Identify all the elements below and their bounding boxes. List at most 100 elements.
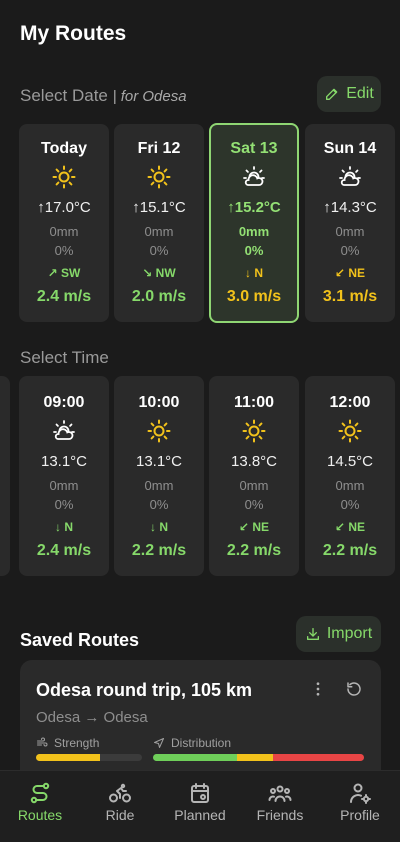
day-chance: 0% <box>340 243 360 258</box>
nav-planned[interactable]: Planned <box>160 771 240 842</box>
nav-label: Profile <box>340 807 380 823</box>
partly-cloudy-icon <box>53 420 75 440</box>
hour-temp: 13.1°C <box>135 453 183 470</box>
hour-wind-dir: ↓ N <box>55 520 73 534</box>
hour-time: 10:00 <box>138 394 180 411</box>
nav-friends[interactable]: Friends <box>240 771 320 842</box>
refresh-icon[interactable] <box>345 680 363 698</box>
wind-icon <box>37 737 48 747</box>
day-temp: ↑14.3°C <box>323 199 377 216</box>
hour-time: 11:00 <box>233 394 275 411</box>
location-label: | for Odesa <box>112 88 187 105</box>
friends-icon <box>268 785 292 802</box>
hour-precip: 0mm <box>49 478 79 493</box>
import-label: Import <box>326 625 373 642</box>
day-name: Fri 12 <box>137 140 181 157</box>
time-cards: 09:00 13.1°C 0mm 0% ↓ N 2.4 m/s 10:00 13… <box>0 376 400 576</box>
day-chance: 0% <box>54 243 74 258</box>
hour-wind-speed: 2.4 m/s <box>36 542 92 559</box>
hour-chance: 0% <box>340 497 360 512</box>
page-title: My Routes <box>20 22 127 45</box>
day-precip: 0mm <box>49 224 79 239</box>
day-wind-speed: 3.0 m/s <box>226 288 282 305</box>
nav-routes[interactable]: Routes <box>0 771 80 842</box>
bike-icon <box>109 783 131 803</box>
sun-icon <box>242 419 266 443</box>
day-name: Sun 14 <box>323 140 377 157</box>
day-card-fri[interactable]: Fri 12 ↑15.1°C 0mm 0% ↘ NW 2.0 m/s <box>114 124 204 322</box>
edit-label: Edit <box>346 85 374 102</box>
hour-card-1100[interactable]: 11:00 13.8°C 0mm 0% ↙ NE 2.2 m/s <box>209 376 299 576</box>
day-precip: 0mm <box>144 224 174 239</box>
hour-chance: 0% <box>149 497 169 512</box>
strength-bar-fill <box>36 754 100 761</box>
hour-chance: 0% <box>54 497 74 512</box>
sun-icon <box>52 165 76 189</box>
distribution-segment <box>153 754 238 761</box>
route-icon <box>30 782 50 804</box>
strength-label: Strength <box>54 736 100 750</box>
day-wind-dir: ↗ SW <box>47 266 81 280</box>
day-wind-speed: 2.0 m/s <box>131 288 187 305</box>
strength-bar <box>36 754 142 761</box>
hour-card-1000[interactable]: 10:00 13.1°C 0mm 0% ↓ N 2.2 m/s <box>114 376 204 576</box>
profile-settings-icon <box>350 783 371 804</box>
pencil-icon <box>326 88 338 100</box>
day-wind-dir: ↓ N <box>245 266 263 280</box>
day-precip: 0mm <box>335 224 365 239</box>
navigation-icon <box>154 738 164 748</box>
distribution-bar <box>153 754 364 761</box>
hour-precip: 0mm <box>144 478 174 493</box>
sun-icon <box>147 419 171 443</box>
day-chance: 0% <box>244 243 264 258</box>
distribution-label: Distribution <box>171 736 232 750</box>
sun-icon <box>338 419 362 443</box>
saved-routes-heading: Saved Routes <box>20 630 140 650</box>
hour-precip: 0mm <box>335 478 365 493</box>
hour-wind-dir: ↓ N <box>150 520 168 534</box>
bottom-navigation: Routes Ride Planned Friends Profile <box>0 770 400 842</box>
nav-label: Planned <box>174 807 226 823</box>
hour-card-1200[interactable]: 12:00 14.5°C 0mm 0% ↙ NE 2.2 m/s <box>305 376 395 576</box>
hour-wind-speed: 2.2 m/s <box>131 542 187 559</box>
strength-label-row: Strength <box>36 736 99 750</box>
distribution-segment <box>237 754 274 761</box>
date-cards: Today ↑17.0°C 0mm 0% ↗ SW 2.4 m/s Fri 12… <box>0 123 400 324</box>
day-temp: ↑15.1°C <box>132 199 186 216</box>
select-date-label: Select Date <box>20 86 108 105</box>
distribution-segment <box>273 754 364 761</box>
day-wind-speed: 2.4 m/s <box>36 288 92 305</box>
day-card-today[interactable]: Today ↑17.0°C 0mm 0% ↗ SW 2.4 m/s <box>19 124 109 322</box>
hour-temp: 14.5°C <box>326 453 374 470</box>
day-wind-speed: 3.1 m/s <box>322 288 378 305</box>
hour-wind-speed: 2.2 m/s <box>322 542 378 559</box>
nav-profile[interactable]: Profile <box>320 771 400 842</box>
select-date-heading: Select Date | for Odesa <box>20 86 187 106</box>
more-vertical-icon[interactable] <box>309 680 327 698</box>
day-card-sun[interactable]: Sun 14 ↑14.3°C 0mm 0% ↙ NE 3.1 m/s <box>305 124 395 322</box>
calendar-icon <box>191 783 209 803</box>
hour-card-0900[interactable]: 09:00 13.1°C 0mm 0% ↓ N 2.4 m/s <box>19 376 109 576</box>
nav-ride[interactable]: Ride <box>80 771 160 842</box>
nav-label: Routes <box>17 807 63 823</box>
hour-precip: 0mm <box>239 478 269 493</box>
hour-chance: 0% <box>244 497 264 512</box>
day-card-sat-selected[interactable]: Sat 13 ↑15.2°C 0mm 0% ↓ N 3.0 m/s <box>209 123 299 323</box>
day-name: Today <box>41 140 87 157</box>
day-wind-dir: ↙ NE <box>334 266 366 280</box>
select-time-heading: Select Time <box>20 348 109 367</box>
partly-cloudy-icon <box>243 166 265 186</box>
distribution-label-row: Distribution <box>153 736 231 750</box>
hour-wind-dir: ↙ NE <box>238 520 270 534</box>
import-button[interactable]: Import <box>296 616 381 652</box>
nav-label: Friends <box>256 807 304 823</box>
day-temp: ↑15.2°C <box>227 199 281 216</box>
partly-cloudy-icon <box>339 166 361 186</box>
hour-temp: 13.8°C <box>230 453 278 470</box>
route-title: Odesa round trip, 105 km <box>36 680 253 700</box>
edit-button[interactable]: Edit <box>317 76 381 112</box>
hour-wind-dir: ↙ NE <box>334 520 366 534</box>
day-wind-dir: ↘ NW <box>142 266 176 280</box>
hour-wind-speed: 2.2 m/s <box>226 542 282 559</box>
route-subtitle: Odesa → Odesa <box>36 709 148 726</box>
